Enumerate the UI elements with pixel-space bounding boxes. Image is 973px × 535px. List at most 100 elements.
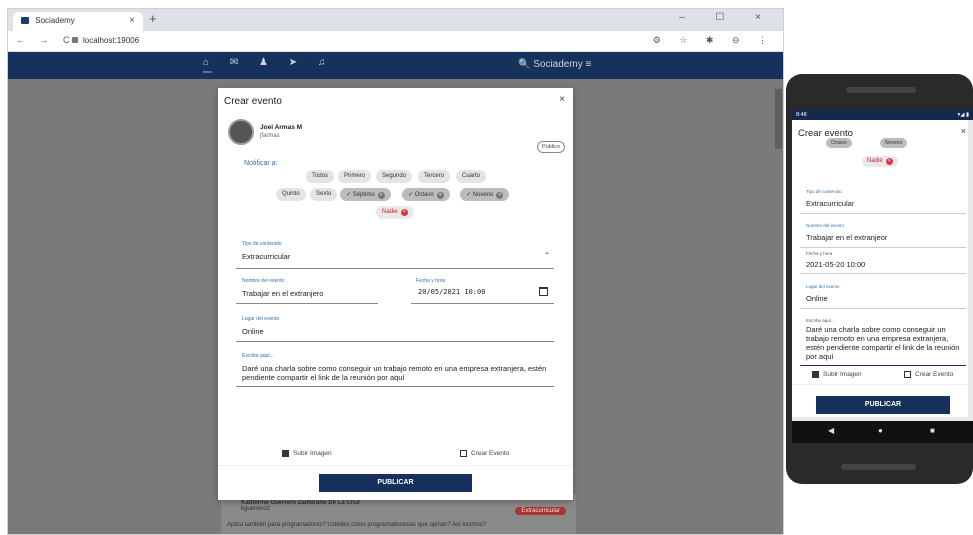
remove-icon[interactable]: ×: [377, 192, 385, 199]
phone-datetime-underline: [800, 273, 966, 274]
content-type-underline: [236, 268, 554, 269]
calendar-icon[interactable]: [539, 287, 548, 296]
visibility-chip[interactable]: Público: [536, 141, 565, 153]
remove-icon[interactable]: ×: [885, 158, 893, 165]
datetime-input[interactable]: 20/05/2021 10:00: [418, 288, 485, 296]
phone-place-underline: [800, 308, 966, 309]
chip-noveno[interactable]: ✓ Noveno ×: [460, 188, 510, 201]
phone-description-label: Escribe aquí...: [806, 318, 835, 323]
description-label: Escribe aquí...: [242, 353, 274, 359]
url-field[interactable]: localhost:19006: [66, 34, 686, 49]
place-label: Lugar del evento: [242, 316, 280, 322]
datetime-label: Fecha y hora: [416, 278, 446, 284]
event-name-input[interactable]: Trabajar en el extranjero: [242, 289, 323, 298]
phone-chip-nadie-label: Nadie: [867, 158, 883, 164]
phone-place-label: Lugar del evento: [806, 284, 840, 289]
datetime-underline: [411, 303, 554, 304]
chevron-down-icon[interactable]: ⌄: [544, 248, 550, 256]
phone-datetime-label: Fecha y hora: [806, 251, 833, 256]
notify-label: Notificar a:: [244, 160, 278, 167]
chip-cuarto[interactable]: Cuarto: [456, 170, 487, 183]
description-input[interactable]: Daré una charla sobre como conseguir un …: [242, 364, 560, 382]
modal-divider: [218, 465, 573, 466]
modal-title: Crear evento: [224, 96, 282, 107]
phone-event-name-underline: [800, 247, 966, 248]
phone-event-name-label: Nombre del evento: [806, 223, 845, 228]
status-time: 8:48: [796, 112, 807, 118]
phone-datetime-input[interactable]: 2021-05-20 10:00: [806, 260, 865, 269]
tab-close-icon[interactable]: ×: [129, 15, 135, 26]
phone-description-input[interactable]: Daré una charla sobre como conseguir un …: [806, 325, 966, 361]
url-text: localhost:19006: [83, 36, 140, 45]
chip-tercero[interactable]: Tercero: [418, 170, 451, 183]
chip-segundo[interactable]: Segundo: [376, 170, 413, 183]
phone-divider: [792, 384, 968, 385]
close-icon[interactable]: ×: [559, 94, 565, 105]
status-icons: ▾◢ ▮: [957, 112, 969, 118]
sociademy-favicon-icon: [21, 17, 29, 25]
phone-create-event-label: Crear Evento: [915, 371, 954, 379]
home-icon[interactable]: ●: [878, 426, 883, 435]
scrollbar[interactable]: [775, 89, 782, 149]
upload-image-label: Subir Imagen: [293, 450, 332, 458]
new-tab-button[interactable]: +: [149, 11, 157, 26]
address-bar: ← → C localhost:19006 ⚙ ☆ ✱ ⊖ ⋮: [8, 31, 783, 52]
phone-publish-button[interactable]: PUBLICAR: [816, 396, 950, 414]
phone-speaker: [846, 87, 916, 93]
phone-place-input[interactable]: Online: [806, 294, 828, 303]
chip-primero[interactable]: Primero: [338, 170, 372, 183]
phone-content-type-label: Tipo de contenido: [806, 189, 842, 194]
publish-button[interactable]: PUBLICAR: [319, 474, 472, 492]
chip-todos[interactable]: Todos: [306, 170, 335, 183]
recent-apps-icon[interactable]: ■: [930, 426, 935, 435]
chip-septimo[interactable]: ✓ Séptimo ×: [340, 188, 391, 201]
phone-upload-image-label: Subir Imagen: [823, 371, 862, 379]
tab-strip: Sociademy × + – ☐ ×: [8, 9, 783, 31]
chip-septimo-label: Séptimo: [352, 192, 375, 198]
place-input[interactable]: Online: [242, 327, 264, 336]
upload-image-button[interactable]: Subir Imagen: [282, 450, 332, 457]
window-controls[interactable]: – ☐ ×: [679, 12, 775, 23]
tab-title: Sociademy: [35, 16, 75, 25]
phone-chip-noveno-label: Noveno: [885, 140, 903, 146]
feed-text: Aplica también para programadores? Usted…: [227, 522, 487, 528]
feed-badge: Extracurricular: [515, 507, 566, 515]
phone-chip-noveno[interactable]: Noveno: [880, 138, 908, 148]
back-icon[interactable]: ◀: [828, 426, 834, 435]
remove-icon[interactable]: ×: [436, 192, 444, 199]
chip-sexto[interactable]: Sexto: [310, 188, 338, 201]
chip-nadie[interactable]: Nadie ×: [376, 206, 414, 219]
phone-upload-image-button[interactable]: Subir Imagen: [812, 371, 862, 378]
event-name-label: Nombre del evento: [242, 278, 285, 284]
home-label: Inicio: [203, 69, 213, 74]
image-icon: [812, 371, 819, 378]
user-name: Joel Armas M: [260, 124, 303, 131]
description-underline: [236, 386, 554, 387]
browser-tab[interactable]: Sociademy ×: [13, 12, 143, 31]
remove-icon[interactable]: ×: [496, 192, 504, 199]
event-name-underline: [236, 303, 378, 304]
phone-chip-octavo[interactable]: Octavo: [826, 138, 852, 148]
calendar-plus-icon: [460, 450, 467, 457]
app-brand[interactable]: 🔍 Sociademy ≡: [518, 59, 591, 70]
chip-octavo[interactable]: ✓ Octavo ×: [402, 188, 450, 201]
toolbar-icons[interactable]: ⚙ ☆ ✱ ⊖ ⋮: [653, 35, 775, 46]
chip-nadie-label: Nadie: [382, 209, 398, 215]
status-bar: 8:48 ▾◢ ▮: [792, 110, 973, 120]
chip-quinto[interactable]: Quinto: [276, 188, 306, 201]
app-nav-icon-glyphs[interactable]: ⌂ ✉ ♟ ➤ ♫: [203, 57, 334, 68]
phone-content-type-select[interactable]: Extracurricular: [806, 199, 854, 208]
phone-create-event-button[interactable]: Crear Evento: [904, 371, 953, 378]
phone-chip-nadie[interactable]: Nadie ×: [862, 156, 898, 167]
remove-icon[interactable]: ×: [400, 209, 408, 216]
create-event-button[interactable]: Crear Evento: [460, 450, 509, 457]
android-phone: 8:48 ▾◢ ▮ Crear evento × Octavo Noveno N…: [786, 74, 973, 484]
phone-event-name-input[interactable]: Trabajar en el extranjeor: [806, 233, 887, 242]
create-event-modal: Crear evento × Joel Armas M jfarmas Públ…: [218, 88, 573, 500]
phone-chip-octavo-label: Octavo: [831, 140, 847, 146]
content-type-select[interactable]: Extracurricular: [242, 252, 290, 261]
phone-create-event-card: Crear evento × Octavo Noveno Nadie × Tipo…: [792, 120, 968, 417]
phone-content-type-underline: [800, 213, 966, 214]
app-nav-icons[interactable]: ⌂ ✉ ♟ ➤ ♫ Inicio: [203, 57, 334, 74]
phone-close-icon[interactable]: ×: [961, 126, 966, 136]
